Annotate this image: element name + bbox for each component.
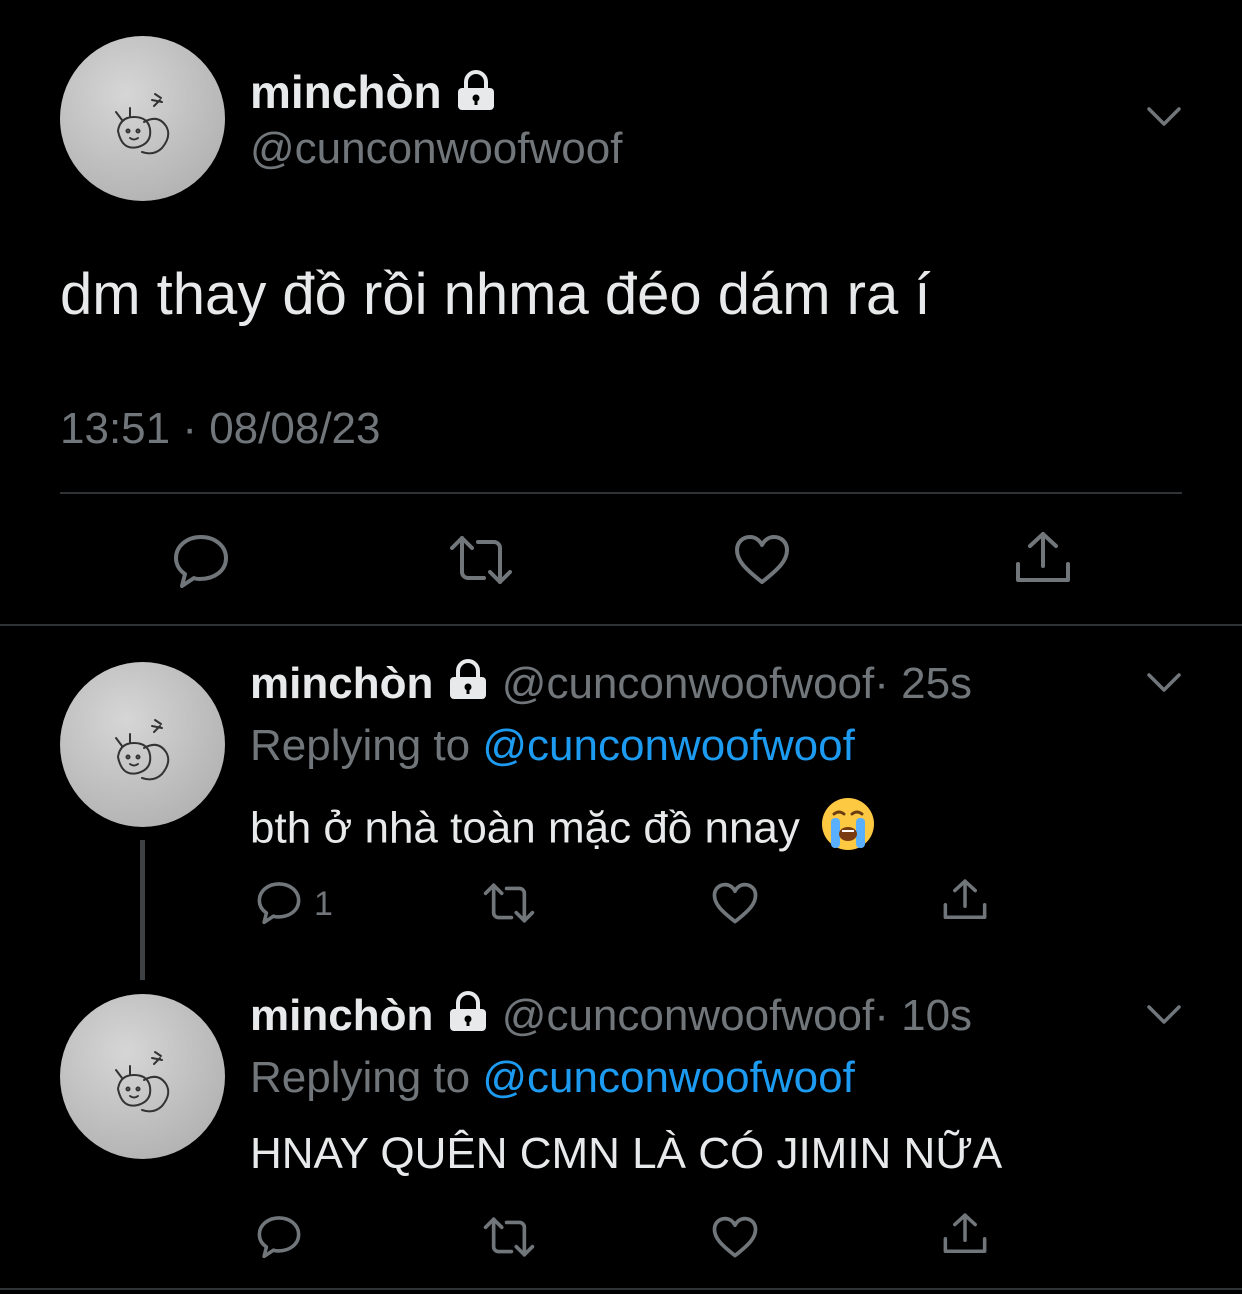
avatar-doodle-icon: [115, 1051, 170, 1113]
avatar[interactable]: [60, 662, 225, 827]
retweet-icon[interactable]: [448, 534, 514, 586]
user-handle[interactable]: @cunconwoofwoof: [250, 124, 622, 174]
thread-line: [140, 840, 145, 980]
like-icon[interactable]: [712, 1216, 758, 1259]
chevron-down-icon[interactable]: [1146, 1004, 1182, 1031]
lock-icon: [454, 69, 498, 122]
tweet-text: dm thay đồ rồi nhma đéo dám ra í: [60, 262, 931, 327]
replying-to-label: Replying to: [250, 721, 471, 770]
reply-icon[interactable]: [256, 1214, 302, 1258]
lock-icon: [446, 659, 490, 713]
share-icon[interactable]: [1014, 530, 1072, 586]
divider: [60, 492, 1182, 494]
avatar[interactable]: [60, 36, 225, 201]
like-icon[interactable]: [712, 882, 758, 925]
section-divider: [0, 624, 1242, 626]
reply-icon[interactable]: [256, 880, 302, 924]
replying-to-link[interactable]: @cunconwoofwoof: [482, 721, 854, 770]
retweet-icon[interactable]: [482, 1216, 536, 1258]
tweet-time: · 10s: [874, 991, 973, 1040]
avatar-doodle-icon: [115, 719, 170, 781]
reply-icon[interactable]: [172, 532, 230, 588]
avatar[interactable]: [60, 994, 225, 1159]
user-handle[interactable]: @cunconwoofwoof: [502, 659, 874, 708]
display-name[interactable]: minchòn: [250, 659, 433, 708]
crying-emoji-icon: [820, 796, 876, 866]
avatar-doodle-icon: [115, 93, 170, 155]
like-icon[interactable]: [734, 534, 790, 586]
retweet-icon[interactable]: [482, 882, 536, 924]
user-handle[interactable]: @cunconwoofwoof: [502, 991, 874, 1040]
tweet-text: HNAY QUÊN CMN LÀ CÓ JIMIN NỮA: [250, 1129, 1003, 1178]
display-name[interactable]: minchòn: [250, 991, 433, 1040]
replying-to-link[interactable]: @cunconwoofwoof: [482, 1053, 854, 1102]
chevron-down-icon[interactable]: [1146, 672, 1182, 699]
display-name[interactable]: minchòn: [250, 66, 442, 118]
replying-to-label: Replying to: [250, 1053, 471, 1102]
lock-icon: [446, 991, 490, 1045]
chevron-down-icon[interactable]: [1146, 106, 1182, 133]
share-icon[interactable]: [942, 878, 988, 922]
tweet-timestamp: 13:51 · 08/08/23: [60, 404, 381, 453]
tweet-text: bth ở nhà toàn mặc đồ nnay: [250, 803, 800, 853]
share-icon[interactable]: [942, 1212, 988, 1256]
reply-count: 1: [314, 885, 333, 923]
section-divider: [0, 1288, 1242, 1290]
tweet-time: · 25s: [874, 659, 973, 708]
